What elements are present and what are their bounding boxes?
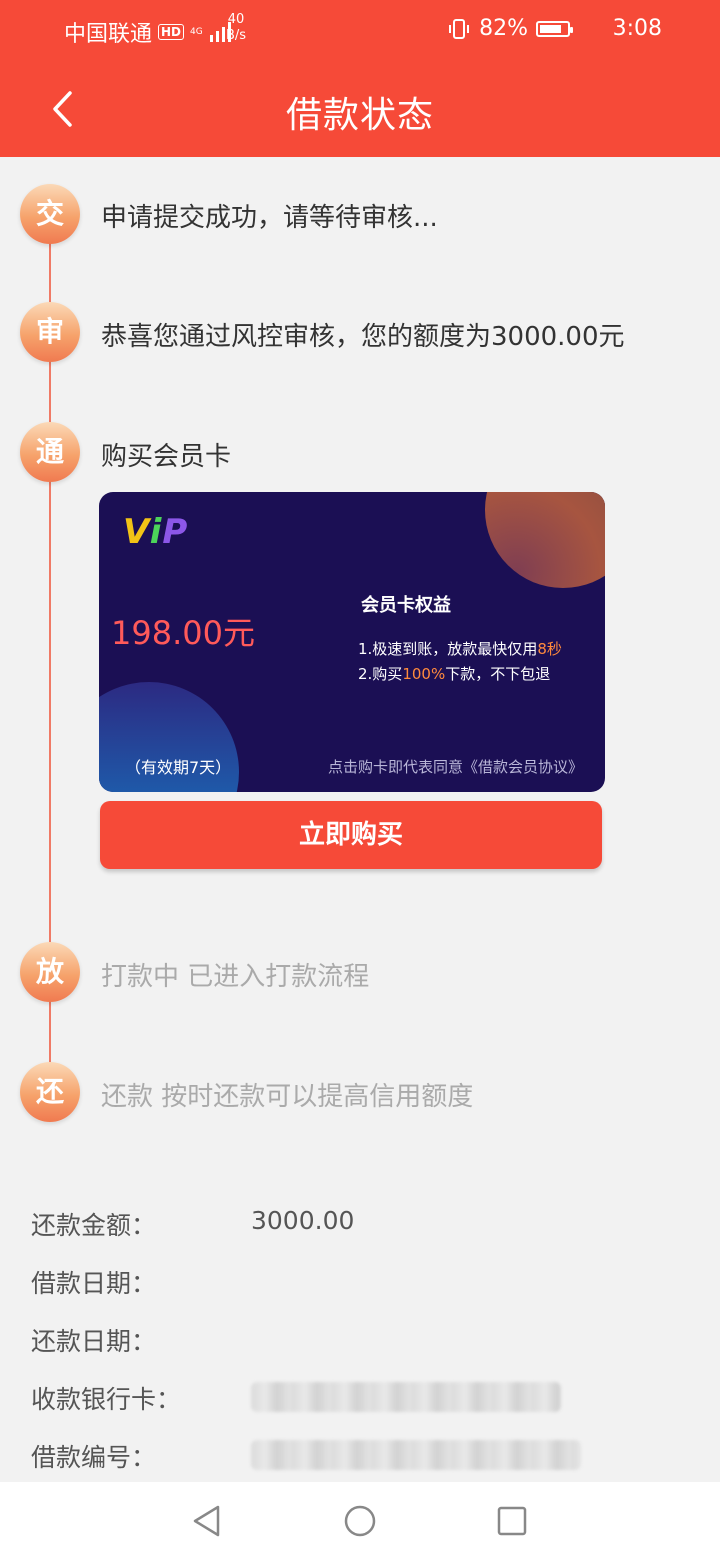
carrier-name: 中国联通 bbox=[64, 22, 153, 47]
repay-amount-label: 还款金额： bbox=[31, 1211, 157, 1240]
step-text-membership: 购买会员卡 bbox=[101, 442, 232, 472]
loan-date-label: 借款日期： bbox=[31, 1269, 157, 1298]
bank-card-value-redacted bbox=[251, 1382, 561, 1412]
hd-icon: HD bbox=[158, 24, 185, 40]
repay-date-label: 还款日期： bbox=[31, 1327, 157, 1356]
vip-logo: ViP bbox=[123, 512, 189, 552]
step-badge-review: 审 bbox=[20, 302, 80, 362]
step-text-repay: 还款 按时还款可以提高信用额度 bbox=[101, 1082, 474, 1112]
loan-number-label: 借款编号： bbox=[31, 1443, 157, 1472]
home-circle-icon[interactable] bbox=[343, 1504, 377, 1538]
status-bar: 中国联通 HD 4G 40 B/s 82% 3:08 bbox=[0, 0, 720, 60]
benefit-item: 2.购买100%下款，不下包退 bbox=[358, 665, 551, 683]
buy-now-button[interactable]: 立即购买 bbox=[100, 801, 602, 869]
step-badge-disburse: 放 bbox=[20, 942, 80, 1002]
clock: 3:08 bbox=[612, 16, 662, 41]
step-text-submit: 申请提交成功，请等待审核... bbox=[101, 203, 438, 233]
status-right: 82% bbox=[447, 16, 573, 41]
battery-icon bbox=[536, 20, 573, 37]
benefits-title: 会员卡权益 bbox=[361, 595, 451, 616]
vip-card[interactable]: ViP 198.00元 （有效期7天） 会员卡权益 1.极速到账，放款最快仅用8… bbox=[99, 492, 605, 792]
back-triangle-icon[interactable] bbox=[190, 1504, 224, 1538]
battery-percent: 82% bbox=[479, 16, 528, 41]
header-bar: 借款状态 bbox=[0, 60, 720, 157]
step-badge-repay: 还 bbox=[20, 1062, 80, 1122]
system-nav-bar bbox=[0, 1482, 720, 1560]
recent-apps-icon[interactable] bbox=[495, 1504, 529, 1538]
loan-number-value-redacted bbox=[251, 1440, 581, 1470]
network-speed: 40 B/s bbox=[226, 12, 247, 43]
card-decoration bbox=[485, 492, 605, 588]
vibrate-icon bbox=[449, 18, 470, 39]
bank-card-label: 收款银行卡： bbox=[31, 1385, 182, 1414]
step-badge-membership: 通 bbox=[20, 422, 80, 482]
repay-amount-value: 3000.00 bbox=[251, 1206, 355, 1235]
step-text-review: 恭喜您通过风控审核，您的额度为3000.00元 bbox=[101, 322, 625, 352]
step-badge-submit: 交 bbox=[20, 184, 80, 244]
status-left: 中国联通 HD 4G bbox=[64, 16, 235, 48]
membership-agreement-link[interactable]: 点击购卡即代表同意《借款会员协议》 bbox=[328, 756, 583, 777]
benefit-item: 1.极速到账，放款最快仅用8秒 bbox=[358, 640, 562, 658]
step-text-disburse: 打款中 已进入打款流程 bbox=[101, 962, 370, 992]
network-type: 4G bbox=[190, 26, 203, 37]
page-title: 借款状态 bbox=[285, 95, 434, 136]
vip-price: 198.00元 bbox=[111, 614, 255, 652]
vip-validity: （有效期7天） bbox=[125, 758, 232, 777]
